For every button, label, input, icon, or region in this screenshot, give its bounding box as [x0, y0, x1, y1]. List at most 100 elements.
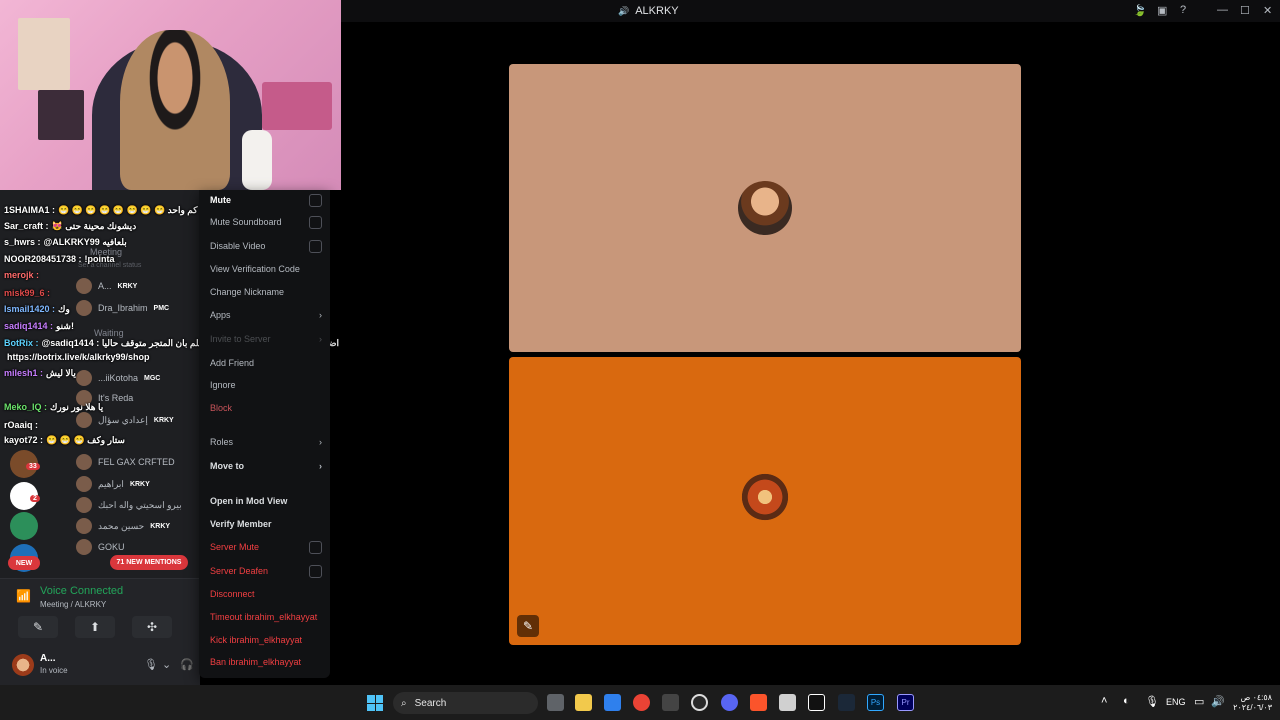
menu-label: Open in Mod View	[210, 496, 288, 506]
participant-tile[interactable]	[509, 64, 1021, 352]
minimize-icon[interactable]: —	[1217, 4, 1228, 16]
checkbox[interactable]	[309, 540, 322, 554]
menu-label: View Verification Code	[210, 264, 300, 274]
network-icon[interactable]: ◐	[1123, 695, 1130, 707]
chat-message: merojk :	[4, 270, 42, 280]
chevron-down-icon[interactable]: ⌄	[162, 658, 171, 671]
chat-username: rOaaiq :	[4, 420, 39, 430]
participant-tile[interactable]: ✎	[509, 357, 1021, 645]
voice-member[interactable]: حسين محمد KRKY	[76, 516, 170, 536]
menu-server-deafen[interactable]: Server Deafen	[210, 561, 322, 581]
microphone-icon[interactable]: 🎙	[1145, 695, 1159, 708]
inbox-icon[interactable]: ▣	[1157, 4, 1167, 17]
server-badge: 33	[26, 463, 40, 470]
chat-username: merojk :	[4, 270, 40, 280]
menu-roles[interactable]: Roles ›	[210, 432, 322, 452]
microphone-icon[interactable]: 🎙	[144, 658, 158, 671]
signal-icon[interactable]: 📶	[16, 589, 31, 603]
task-view-icon[interactable]	[547, 694, 564, 711]
checkbox[interactable]	[309, 564, 322, 578]
language-indicator[interactable]: ENG	[1166, 697, 1186, 707]
camera-off-button[interactable]: ✎	[18, 616, 58, 638]
capcut-icon[interactable]	[808, 694, 825, 711]
chevron-up-icon[interactable]: ˄	[1101, 695, 1107, 707]
help-icon[interactable]: ?	[1180, 4, 1186, 16]
menu-block[interactable]: Block	[210, 398, 322, 418]
clock[interactable]: ٠٤:٥٨ ص ٢٠٢٤/٠٦/٠٣	[1232, 693, 1272, 713]
server-icon[interactable]	[10, 512, 38, 540]
chevron-right-icon: ›	[319, 310, 322, 320]
checkbox[interactable]	[309, 193, 322, 207]
screen-share-button[interactable]: ⬆	[75, 616, 115, 638]
steam-icon[interactable]	[838, 694, 855, 711]
menu-apps[interactable]: Apps ›	[210, 305, 322, 325]
chat-message: s_hwrs : @ALKRKY99 بلعافيه	[4, 237, 127, 248]
menu-mute-soundboard[interactable]: Mute Soundboard	[210, 212, 322, 232]
user-name[interactable]: A...	[40, 653, 56, 664]
store-icon[interactable]	[604, 694, 621, 711]
close-icon[interactable]: ✕	[1263, 4, 1272, 17]
windows-start-icon[interactable]	[367, 695, 383, 711]
voice-member[interactable]: FEL GAX CRFTED	[76, 452, 181, 472]
menu-mute[interactable]: Mute	[210, 190, 322, 210]
voice-member[interactable]: ابراهيم KRKY	[76, 474, 150, 494]
app-icon[interactable]	[662, 694, 679, 711]
brave-icon[interactable]	[750, 694, 767, 711]
chevron-right-icon: ›	[319, 461, 322, 471]
chat-text: شنو!	[56, 321, 74, 331]
voice-member[interactable]: بيرو اسحيتي واله احبك	[76, 495, 188, 515]
menu-label: Kick ibrahim_elkhayyat	[210, 635, 303, 645]
avatar	[76, 539, 92, 555]
new-mentions-pill[interactable]: 71 NEW MENTIONS	[110, 555, 188, 570]
new-unreads-pill[interactable]: NEW	[8, 556, 40, 570]
checkbox[interactable]	[309, 215, 322, 229]
menu-move-to[interactable]: Move to ›	[210, 456, 322, 476]
chat-text: 😁 😁 😁 ستار وكف	[46, 435, 125, 445]
chat-text: 😻 ديشونك محينة حتى	[51, 221, 137, 231]
menu-add-friend[interactable]: Add Friend	[210, 353, 322, 373]
menu-disconnect[interactable]: Disconnect	[210, 584, 322, 604]
webcam-frame-decor	[38, 90, 84, 140]
discord-icon[interactable]	[721, 694, 738, 711]
premiere-icon[interactable]: Pr	[897, 694, 914, 711]
chevron-right-icon: ›	[319, 334, 322, 344]
voice-channel-path[interactable]: Meeting / ALKRKY	[40, 600, 106, 609]
menu-label: Ignore	[210, 380, 236, 390]
activities-button[interactable]: ✣	[132, 616, 172, 638]
menu-change-nickname[interactable]: Change Nickname	[210, 282, 322, 302]
user-status: In voice	[40, 666, 68, 675]
menu-timeout[interactable]: Timeout ibrahim_elkhayyat	[210, 607, 328, 627]
taskbar-search[interactable]: ⌕ Search	[393, 692, 538, 714]
menu-disable-video[interactable]: Disable Video	[210, 236, 322, 256]
chat-message: rOaaiq :	[4, 420, 41, 430]
menu-view-verification-code[interactable]: View Verification Code	[210, 259, 322, 279]
menu-open-mod-view[interactable]: Open in Mod View	[210, 491, 322, 511]
steam-like-icon[interactable]	[691, 694, 708, 711]
menu-ignore[interactable]: Ignore	[210, 375, 322, 395]
app-icon[interactable]	[779, 694, 796, 711]
avatar[interactable]	[12, 654, 34, 676]
headphones-icon[interactable]: 🎧	[180, 658, 194, 671]
chrome-icon[interactable]	[633, 694, 650, 711]
chat-text: !pointa	[84, 254, 115, 264]
clock-date: ٢٠٢٤/٠٦/٠٣	[1233, 703, 1272, 712]
menu-label: Change Nickname	[210, 287, 285, 297]
menu-ban[interactable]: Ban ibrahim_elkhayyat	[210, 652, 322, 672]
menu-label: Add Friend	[210, 358, 255, 368]
menu-server-mute[interactable]: Server Mute	[210, 537, 322, 557]
volume-icon[interactable]: 🔊	[1211, 695, 1225, 708]
participant-avatar	[738, 470, 792, 524]
muted-mic-icon: ✎	[517, 615, 539, 637]
menu-invite-to-server[interactable]: Invite to Server ›	[210, 329, 322, 349]
display-icon[interactable]: ▭	[1194, 695, 1204, 708]
menu-kick[interactable]: Kick ibrahim_elkhayyat	[210, 630, 322, 650]
voice-status[interactable]: Voice Connected	[40, 585, 123, 597]
file-explorer-icon[interactable]	[575, 694, 592, 711]
checkbox[interactable]	[309, 239, 322, 253]
leaf-icon[interactable]: 🍃	[1133, 4, 1147, 17]
menu-verify-member[interactable]: Verify Member	[210, 514, 322, 534]
voice-member[interactable]: GOKU	[76, 537, 131, 557]
webcam-frame-decor	[262, 82, 332, 130]
maximize-icon[interactable]: ☐	[1240, 4, 1250, 17]
photoshop-icon[interactable]: Ps	[867, 694, 884, 711]
